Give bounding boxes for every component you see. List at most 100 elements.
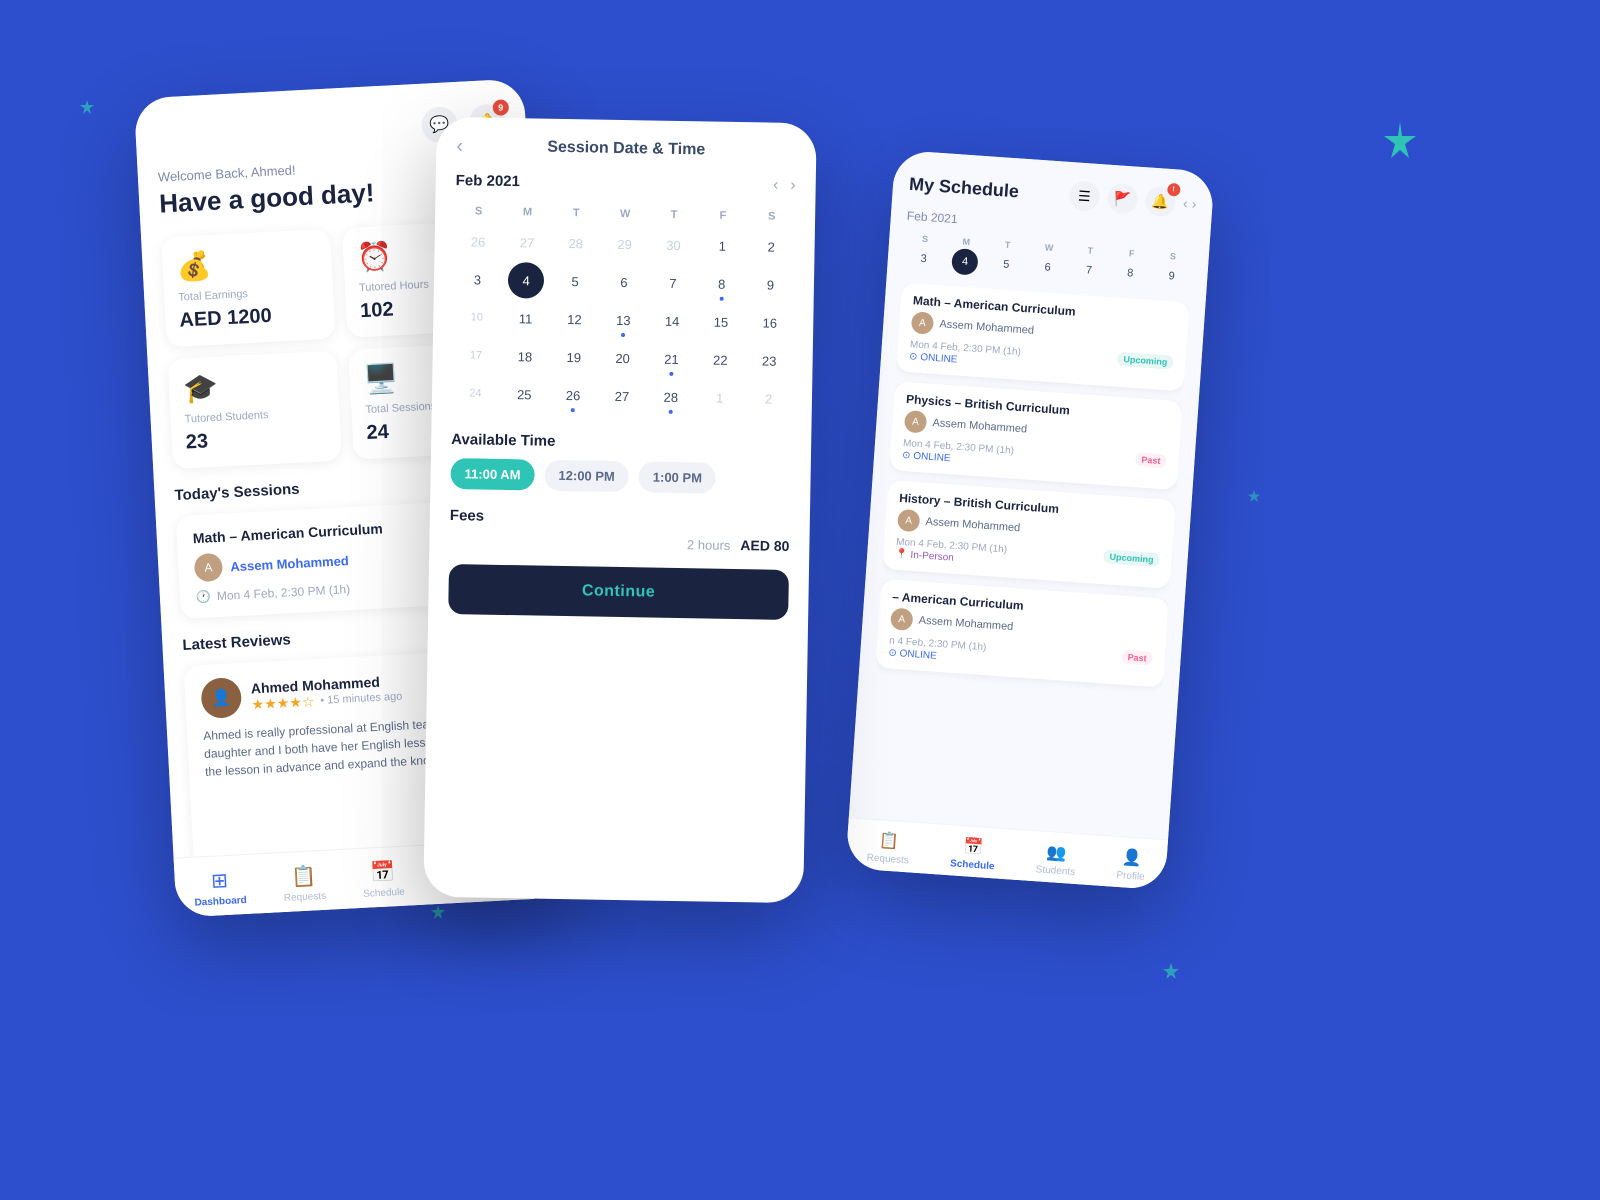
sched-list-button[interactable]: ☰ <box>1068 180 1100 212</box>
time-slot-1200[interactable]: 12:00 PM <box>544 460 629 492</box>
sched-nav-schedule[interactable]: 📅 Schedule <box>950 835 997 872</box>
time-slot-1300[interactable]: 1:00 PM <box>639 461 717 493</box>
cal-cell-4-selected[interactable]: 4 <box>508 262 545 299</box>
cal-cell-5[interactable]: 5 <box>557 263 594 300</box>
cal-cell-prev-28[interactable]: 28 <box>557 225 594 262</box>
day-header-f: F <box>699 205 746 226</box>
cal-cell-6[interactable]: 6 <box>606 264 643 301</box>
cal-cell-18[interactable]: 18 <box>507 338 544 375</box>
sched-sname-4: Assem Mohammed <box>918 614 1013 633</box>
sched-dh-s: S <box>905 233 945 246</box>
sched-session-4[interactable]: – American Curriculum A Assem Mohammed n… <box>875 579 1169 688</box>
cal-cell-19[interactable]: 19 <box>555 339 592 376</box>
cal-cell-26[interactable]: 26 <box>555 377 592 414</box>
cal-cell-20[interactable]: 20 <box>604 340 641 377</box>
cal-cell-14[interactable]: 14 <box>654 303 691 340</box>
cal-cell-22[interactable]: 22 <box>702 341 739 378</box>
nav-dashboard[interactable]: ⊞ Dashboard <box>193 867 247 909</box>
cal-cell-13[interactable]: 13 <box>605 302 642 339</box>
cal-cell-10[interactable]: 10 <box>458 299 495 336</box>
nav-schedule[interactable]: 📅 Schedule <box>361 859 405 900</box>
cal-cell-25[interactable]: 25 <box>506 376 543 413</box>
reviewer-details: Ahmed Mohammed ★★★★☆ • 15 minutes ago <box>250 672 402 713</box>
schedule-phone: My Schedule ☰ 🚩 🔔 ! ‹ › Feb 2021 <box>845 150 1214 891</box>
sched-cell-5[interactable]: 5 <box>992 251 1020 279</box>
cal-cell-28[interactable]: 28 <box>653 379 690 416</box>
fees-amount: AED 80 <box>740 537 789 554</box>
sched-notif-button[interactable]: 🔔 ! <box>1144 185 1176 217</box>
sched-avatar-1: A <box>911 311 934 334</box>
cal-cell-24[interactable]: 24 <box>457 375 494 412</box>
cal-back-button[interactable]: ‹ <box>456 135 463 158</box>
sched-sname-2: Assem Mohammed <box>932 417 1027 436</box>
nav-requests[interactable]: 📋 Requests <box>282 863 326 904</box>
cal-cell-prev-26[interactable]: 26 <box>460 223 497 260</box>
day-header-t2: T <box>650 204 697 225</box>
sched-session-1[interactable]: Math – American Curriculum A Assem Moham… <box>896 283 1190 392</box>
stat-earnings[interactable]: 💰 Total Earnings AED 1200 <box>161 229 336 348</box>
sched-session-2[interactable]: Physics – British Curriculum A Assem Moh… <box>889 381 1183 490</box>
cal-cell-8[interactable]: 8 <box>703 265 740 302</box>
sched-dh-t: T <box>988 238 1028 251</box>
sched-dh-m: M <box>946 236 986 249</box>
student-name[interactable]: Assem Mohammed <box>230 553 349 574</box>
sched-cell-6[interactable]: 6 <box>1034 254 1062 282</box>
sched-avatar-3: A <box>897 509 920 532</box>
cal-cell-21[interactable]: 21 <box>653 341 690 378</box>
cal-cell-23[interactable]: 23 <box>751 342 788 379</box>
sched-nav-profile[interactable]: 👤 Profile <box>1116 847 1147 883</box>
sched-cell-8[interactable]: 8 <box>1116 260 1144 288</box>
reviews-title: Latest Reviews <box>182 631 291 654</box>
continue-button[interactable]: Continue <box>448 564 789 620</box>
cal-cell-1[interactable]: 1 <box>704 227 741 264</box>
reviewer-avatar: 👤 <box>200 677 242 719</box>
cal-cell-16[interactable]: 16 <box>752 304 789 341</box>
day-header-s2: S <box>748 206 795 227</box>
cal-grid: S M T W T F S 26 27 28 29 30 1 2 3 4 5 6… <box>452 201 796 417</box>
sched-cell-3[interactable]: 3 <box>910 245 938 273</box>
sched-students-icon: 👥 <box>1046 842 1067 863</box>
cal-nav-buttons: ‹ › <box>773 177 796 195</box>
cal-cell-15[interactable]: 15 <box>703 303 740 340</box>
sched-cell-4[interactable]: 4 <box>951 248 979 276</box>
cal-cell-2[interactable]: 2 <box>753 228 790 265</box>
sched-nav-profile-label: Profile <box>1116 870 1145 883</box>
cal-cell-next-1[interactable]: 1 <box>701 379 738 416</box>
cal-prev-button[interactable]: ‹ <box>773 177 779 195</box>
sched-next-btn[interactable]: › <box>1191 196 1197 212</box>
session-list: Math – American Curriculum A Assem Moham… <box>867 283 1190 812</box>
time-slots-list: 11:00 AM 12:00 PM 1:00 PM <box>450 458 791 499</box>
cal-cell-3[interactable]: 3 <box>459 261 496 298</box>
cal-cell-7[interactable]: 7 <box>655 265 692 302</box>
sched-avatar-4: A <box>890 608 913 631</box>
sched-cell-7[interactable]: 7 <box>1075 257 1103 285</box>
cal-cell-prev-29[interactable]: 29 <box>606 226 643 263</box>
time-slot-1100[interactable]: 11:00 AM <box>450 458 534 490</box>
nav-schedule-label: Schedule <box>363 887 405 900</box>
cal-cell-17[interactable]: 17 <box>458 337 495 374</box>
sched-sname-3: Assem Mohammed <box>925 516 1020 535</box>
sched-prev-btn[interactable]: ‹ <box>1183 195 1189 211</box>
stat-students[interactable]: 🎓 Tutored Students 23 <box>167 351 342 470</box>
cal-cell-next-2[interactable]: 2 <box>750 380 787 417</box>
day-header-m: M <box>504 202 551 223</box>
fees-section: Fees 2 hours AED 80 <box>449 507 790 554</box>
sched-flag-button[interactable]: 🚩 <box>1106 183 1138 215</box>
sched-nav-students[interactable]: 👥 Students <box>1035 841 1077 878</box>
sched-nav-schedule-label: Schedule <box>950 858 995 872</box>
cal-cell-9[interactable]: 9 <box>752 266 789 303</box>
cal-cell-12[interactable]: 12 <box>556 301 593 338</box>
sched-session-3[interactable]: History – British Curriculum A Assem Moh… <box>882 480 1176 589</box>
star-deco-4 <box>1248 490 1260 502</box>
star-deco-1 <box>80 100 94 114</box>
cal-cell-27[interactable]: 27 <box>604 378 641 415</box>
cal-cell-11[interactable]: 11 <box>507 300 544 337</box>
sched-cell-9[interactable]: 9 <box>1158 262 1186 290</box>
cal-cell-prev-30[interactable]: 30 <box>655 227 692 264</box>
cal-next-button[interactable]: › <box>790 177 796 195</box>
cal-cell-prev-27[interactable]: 27 <box>509 224 546 261</box>
sched-nav-requests[interactable]: 📋 Requests <box>866 830 911 867</box>
star-deco-5 <box>1162 962 1180 980</box>
nav-requests-label: Requests <box>284 891 327 904</box>
session-time-text: Mon 4 Feb, 2:30 PM (1h) <box>217 582 351 603</box>
